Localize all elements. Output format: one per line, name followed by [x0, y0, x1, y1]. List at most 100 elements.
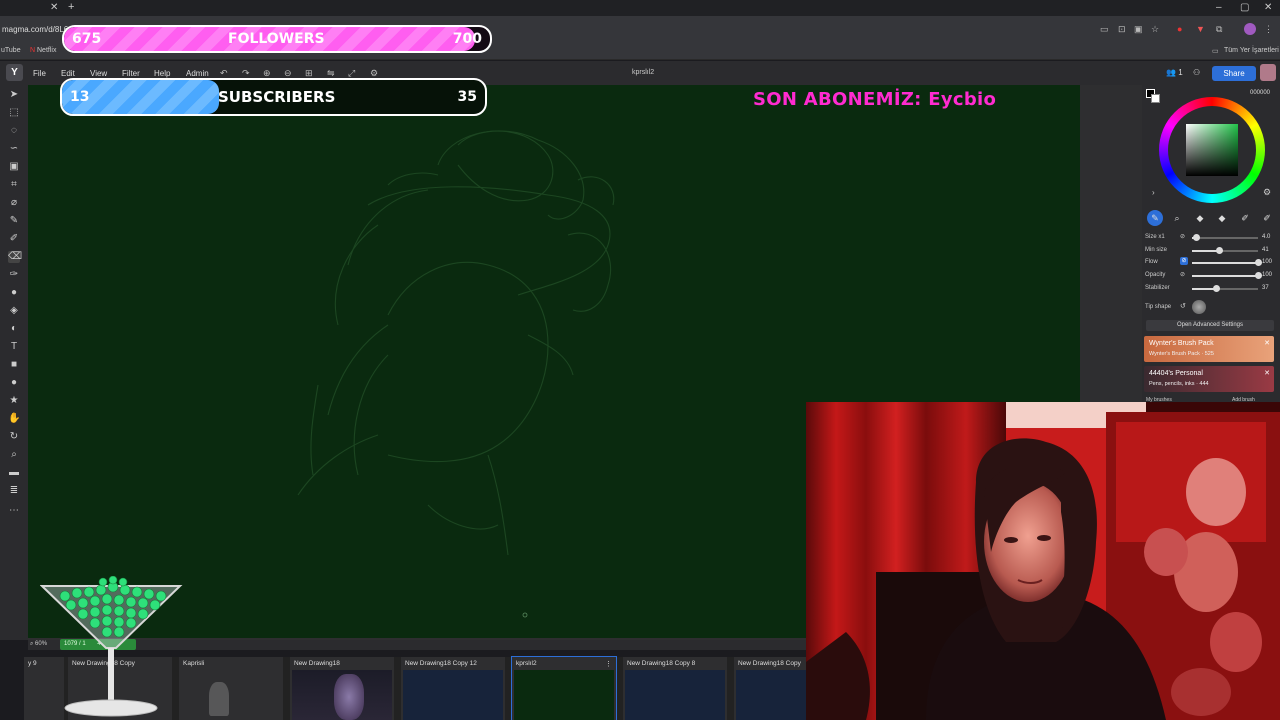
rotate-view-icon[interactable]: ↻ [8, 431, 20, 443]
transform-tool-icon[interactable]: ▣ [8, 161, 20, 173]
comment-tool-icon[interactable]: ▬ [8, 467, 20, 479]
webcam-overlay [806, 402, 1280, 720]
record-icon[interactable]: ● [1177, 24, 1187, 34]
thumbnail-5-active[interactable]: kprslıl2 ⋮ [511, 656, 617, 720]
close-pack-icon[interactable]: ✕ [1264, 339, 1270, 347]
menu-filter[interactable]: Filter [122, 69, 140, 78]
brush-preset-4-icon[interactable]: ✐ [1259, 210, 1275, 226]
star-icon[interactable]: ☆ [1151, 24, 1161, 34]
smudge-tool-icon[interactable]: ✑ [8, 269, 20, 281]
color-wheel[interactable] [1159, 97, 1265, 203]
open-advanced-settings-button[interactable]: Open Advanced Settings [1146, 320, 1274, 331]
tool-sidebar: ➤ ⬚ ◌ ∽ ▣ ⌗ ⌀ ✎ ✐ ⌫ ✑ ● ◈ ◐ T ■ ● ★ ✋ ↻ … [0, 85, 28, 640]
thumbnail-label: New Drawing18 Copy 12 [405, 660, 477, 667]
color-hex-value[interactable]: 000000 [1250, 90, 1270, 96]
pack-title: Wynter's Brush Pack [1149, 340, 1214, 347]
brush-mode-icon[interactable]: ✎ [1147, 210, 1163, 226]
reset-tip-icon[interactable]: ↺ [1180, 302, 1186, 310]
secondary-color-swatch[interactable] [1151, 94, 1160, 103]
menu-file[interactable]: File [33, 69, 46, 78]
color-settings-icon[interactable]: ⚙ [1263, 187, 1271, 198]
menu-view[interactable]: View [90, 69, 107, 78]
lasso-tool-icon[interactable]: ∽ [8, 143, 20, 155]
menu-help[interactable]: Help [154, 69, 170, 78]
pack-title: 44404's Personal [1149, 370, 1203, 377]
bookmark-youtube[interactable]: uTube [1, 47, 21, 54]
pressure-icon[interactable]: ⊘ [1180, 233, 1185, 240]
ellipse-select-icon[interactable]: ◌ [8, 125, 20, 137]
new-tab-icon[interactable]: + [68, 1, 74, 13]
slider-opacity[interactable] [1192, 272, 1262, 279]
thumbnail-6[interactable]: New Drawing18 Copy 8 [623, 657, 727, 720]
browser-menu-icon[interactable]: ⋮ [1264, 24, 1274, 34]
extension-icon[interactable]: ▼ [1196, 24, 1206, 34]
tip-shape-preview[interactable] [1192, 300, 1206, 314]
brush-preset-1-icon[interactable]: ◆ [1192, 210, 1208, 226]
flow-pressure-icon[interactable]: ⊘ [1180, 257, 1188, 265]
search-brush-icon[interactable]: ⌕ [1169, 210, 1185, 226]
slider-stabilizer[interactable] [1192, 285, 1258, 292]
thumbnail-image [403, 670, 503, 720]
expand-arrow-icon[interactable]: › [1152, 188, 1155, 197]
thumbnail-image [181, 670, 281, 720]
more-tools-icon[interactable]: ⋯ [8, 505, 20, 517]
bookmark-netflix[interactable]: Netflix [37, 47, 56, 54]
blur-tool-icon[interactable]: ● [8, 287, 20, 299]
move-tool-icon[interactable]: ➤ [8, 89, 20, 101]
thumbnail-label: Kaprisli [183, 660, 205, 667]
translate-icon[interactable]: ⊡ [1118, 24, 1128, 34]
add-user-icon[interactable]: ⚇ [1193, 68, 1200, 77]
slider-flow[interactable] [1192, 259, 1262, 266]
cast-icon[interactable]: ▣ [1134, 24, 1144, 34]
brush-tool-icon[interactable]: ✐ [8, 233, 20, 245]
brush-pack-personal[interactable]: 44404's Personal Pens, pencils, inks · 4… [1144, 366, 1274, 392]
shape-tool-icon[interactable]: ★ [8, 395, 20, 407]
thumbnail-label: New Drawing18 Copy [738, 660, 801, 667]
thumbnail-7[interactable]: New Drawing18 Copy [734, 657, 808, 720]
puzzle-icon[interactable]: ⧉ [1216, 24, 1226, 34]
close-pack-icon[interactable]: ✕ [1264, 369, 1270, 377]
menu-admin[interactable]: Admin [186, 69, 209, 78]
fill-tool-icon[interactable]: ◈ [8, 305, 20, 317]
saturation-square[interactable] [1186, 124, 1238, 176]
brush-pack-wynter[interactable]: Wynter's Brush Pack Wynter's Brush Pack … [1144, 336, 1274, 362]
thumbnail-menu-icon[interactable]: ⋮ [605, 660, 612, 668]
close-tab-icon[interactable]: ✕ [50, 2, 58, 13]
slider-min-size[interactable] [1192, 247, 1258, 254]
menu-edit[interactable]: Edit [61, 69, 75, 78]
hand-tool-icon[interactable]: ✋ [8, 413, 20, 425]
subscribers-goal: 35 [457, 89, 477, 105]
zoom-tool-icon[interactable]: ⌕ [8, 449, 20, 461]
pencil-tool-icon[interactable]: ✎ [8, 215, 20, 227]
share-button[interactable]: Share [1212, 66, 1256, 81]
slider-value-flow: 100 [1262, 259, 1273, 265]
eyedropper-icon[interactable]: ⌀ [8, 197, 20, 209]
subscribers-label: SUBSCRIBERS [218, 88, 336, 106]
text-tool-icon[interactable]: T [8, 341, 20, 353]
slider-size[interactable] [1192, 234, 1258, 241]
latest-subscriber-text: SON ABONEMİZ: Eycbio [753, 89, 997, 110]
profile-avatar-icon[interactable] [1244, 23, 1256, 35]
thumbnail-4[interactable]: New Drawing18 Copy 12 [401, 657, 505, 720]
url-text[interactable]: magma.com/d/8L6 [2, 25, 68, 34]
magma-logo-icon[interactable]: Y [6, 64, 23, 81]
crop-tool-icon[interactable]: ⌗ [8, 179, 20, 191]
gradient-tool-icon[interactable]: ◐ [8, 323, 20, 335]
brush-preset-3-icon[interactable]: ✐ [1237, 210, 1253, 226]
all-bookmarks[interactable]: Tüm Yer İşaretleri [1224, 47, 1279, 54]
thumbnail-3[interactable]: New Drawing18 [290, 657, 394, 720]
circle-tool-icon[interactable]: ● [8, 377, 20, 389]
minimize-icon[interactable]: – [1216, 2, 1222, 13]
eraser-tool-icon[interactable]: ⌫ [8, 251, 22, 263]
avatar[interactable] [1260, 64, 1276, 81]
opacity-pressure-icon[interactable]: ⊘ [1180, 271, 1185, 278]
brush-preset-2-icon[interactable]: ◆ [1214, 210, 1230, 226]
selection-tool-icon[interactable]: ⬚ [8, 107, 20, 119]
window-close-icon[interactable]: ✕ [1264, 2, 1272, 13]
tab-search-icon[interactable]: ▭ [1100, 24, 1110, 34]
rectangle-tool-icon[interactable]: ■ [8, 359, 20, 371]
slider-label-size: Size x1 [1145, 234, 1165, 240]
layers-tool-icon[interactable]: ≣ [8, 485, 20, 497]
maximize-icon[interactable]: ▢ [1240, 2, 1249, 13]
thumbnail-2[interactable]: Kaprisli [179, 657, 283, 720]
